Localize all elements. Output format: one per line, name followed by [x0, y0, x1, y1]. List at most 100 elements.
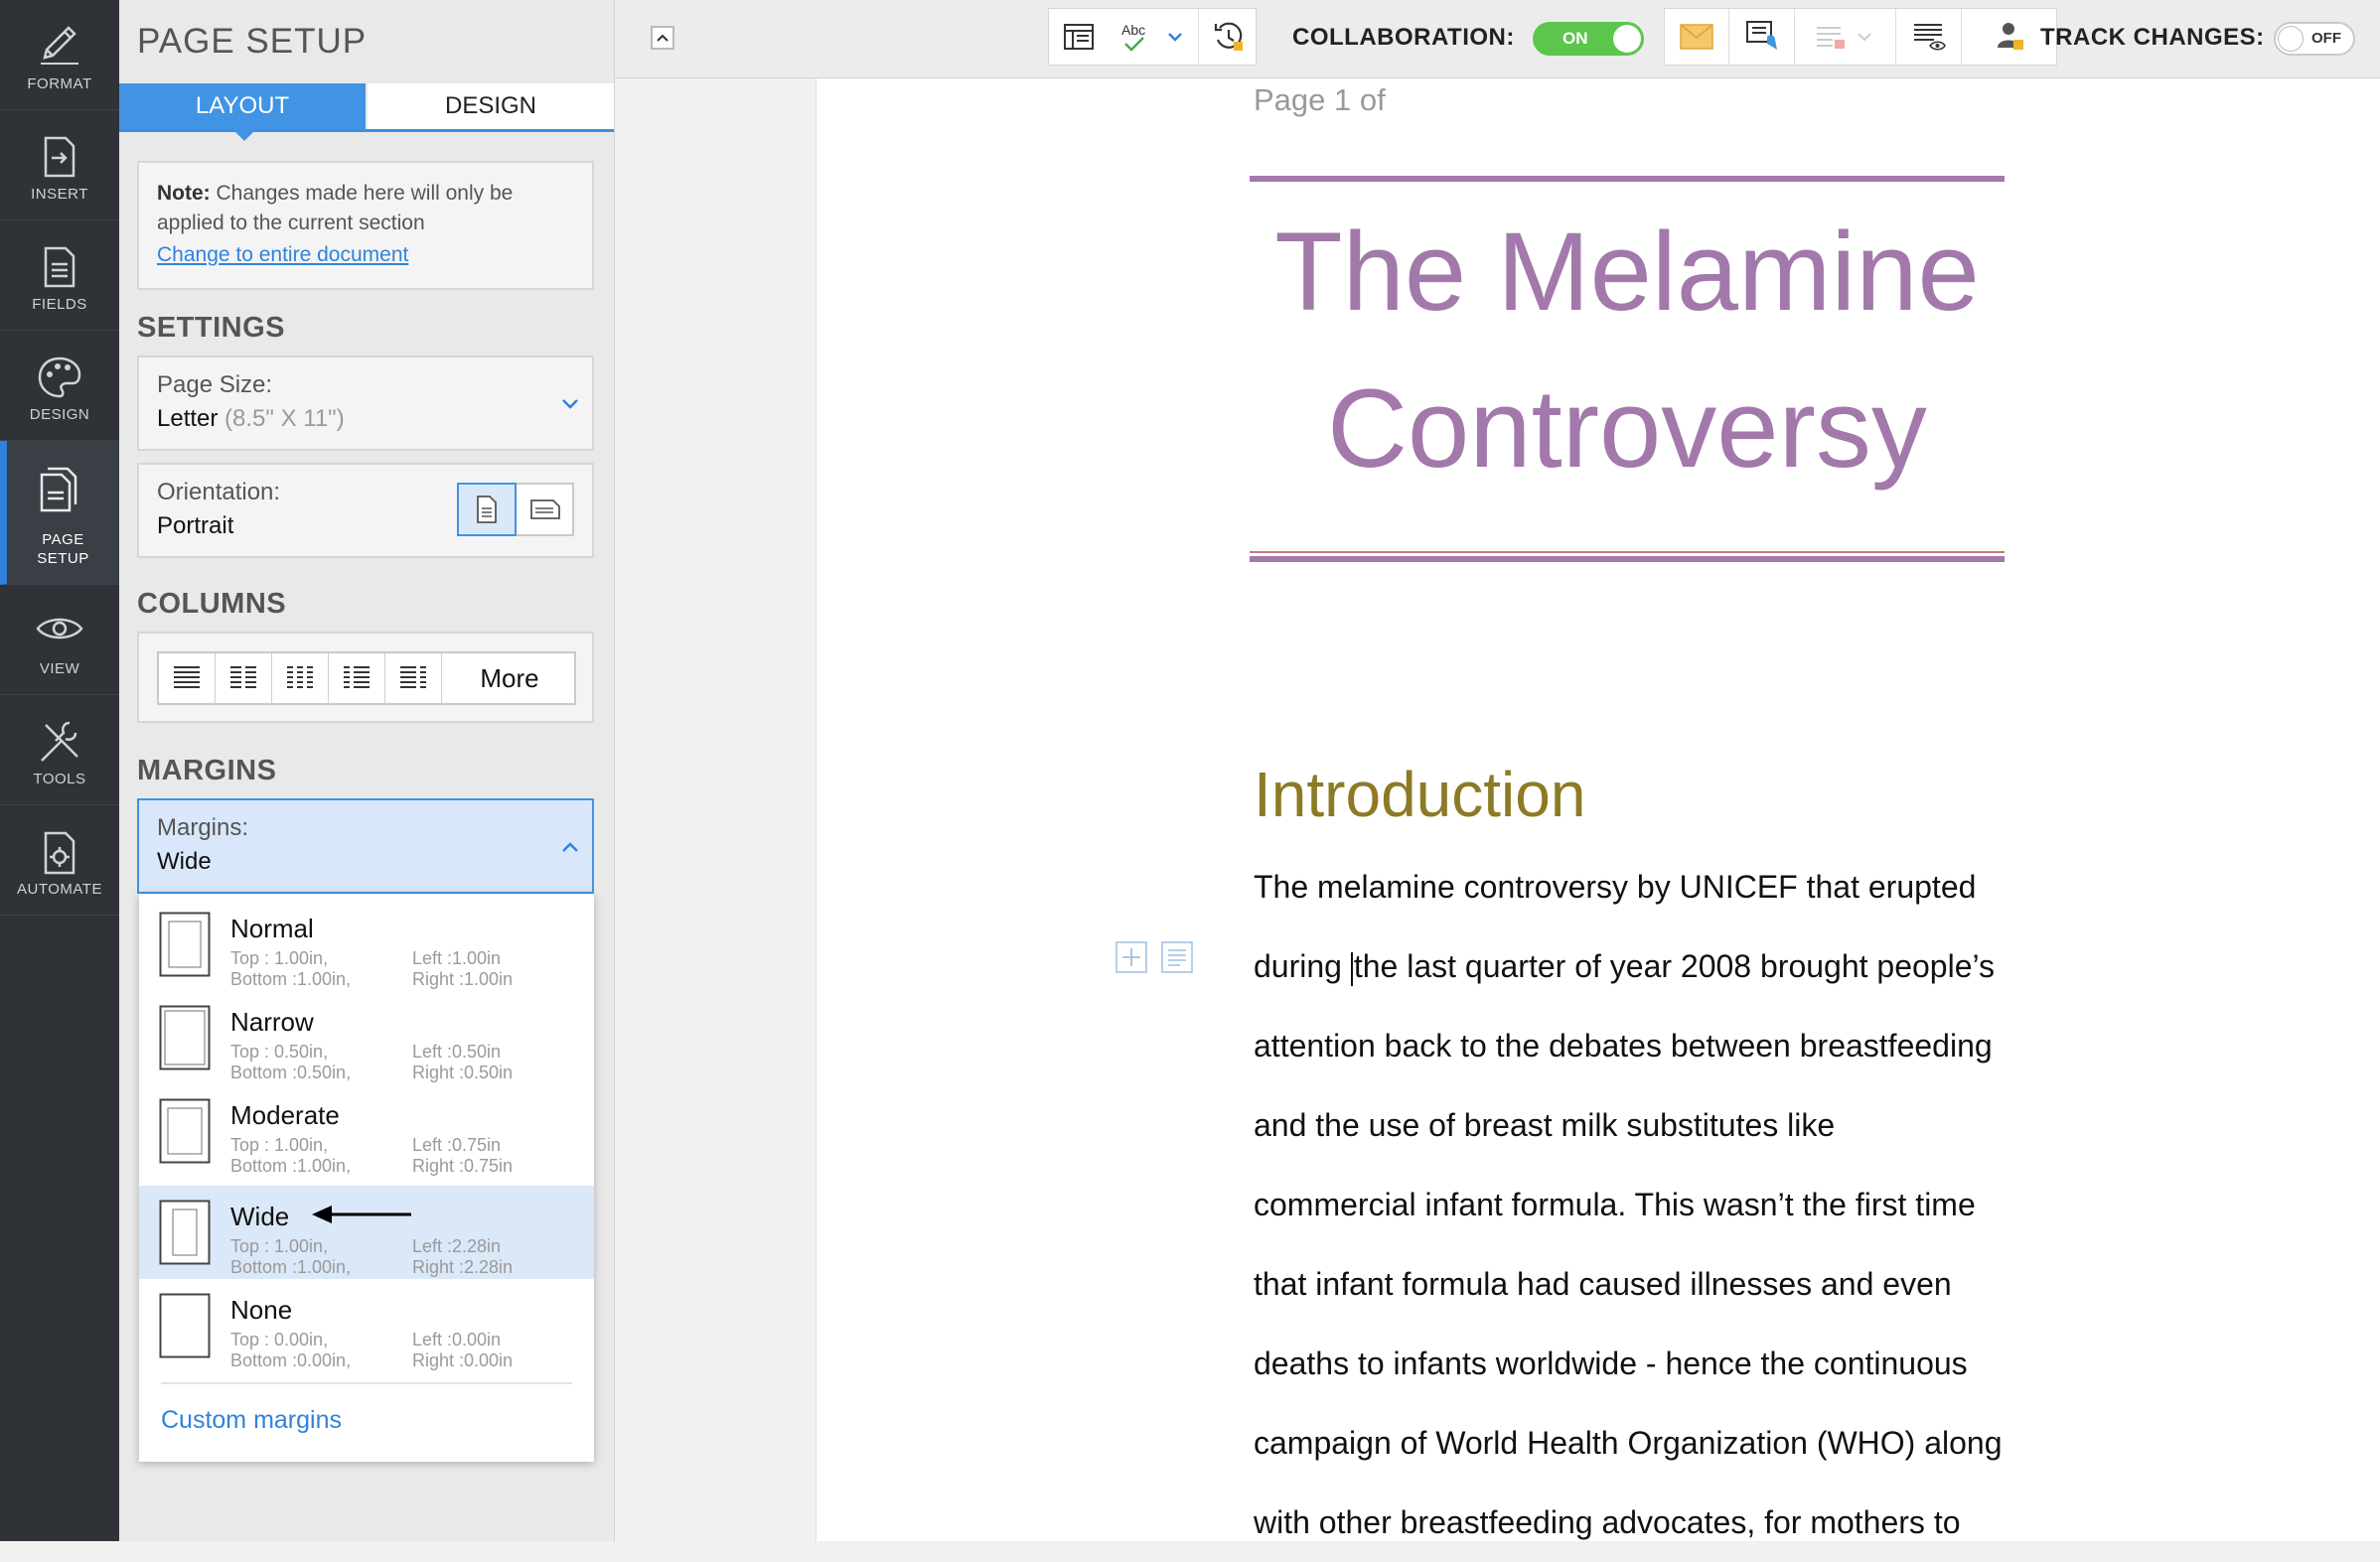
margin-left-right: Left :0.75in Right :0.75in — [412, 1135, 514, 1176]
three-columns-button[interactable] — [272, 653, 329, 703]
right-column-icon — [400, 666, 426, 688]
margin-option-normal[interactable]: Normal Top : 1.00in, Bottom :1.00in, Left… — [139, 898, 594, 991]
collapse-panel-button[interactable] — [651, 26, 674, 50]
two-columns-button[interactable] — [216, 653, 272, 703]
rail-design-label: DESIGN — [29, 406, 90, 423]
rail-page-setup-label: PAGE SETUP — [37, 531, 89, 567]
title-line-2: Controversy — [1327, 366, 1927, 491]
rail-format[interactable]: FORMAT — [0, 0, 119, 110]
margin-option-moderate[interactable]: Moderate Top : 1.00in, Bottom :1.00in, Le… — [139, 1084, 594, 1178]
track-changes-toggle[interactable]: OFF — [2274, 22, 2355, 56]
user-share-icon — [1998, 23, 2023, 50]
top-toolbar: Abc COLLABORATION: ON TRACK CHANGES: OFF — [615, 0, 2380, 78]
margin-option-narrow[interactable]: Narrow Top : 0.50in, Bottom :0.50in, Left… — [139, 991, 594, 1084]
tools-icon — [41, 721, 78, 762]
right-column-button[interactable] — [385, 653, 442, 703]
margin-option-name: Narrow — [230, 1007, 314, 1037]
read-mode-button[interactable] — [1897, 9, 1962, 65]
tab-design[interactable]: DESIGN — [368, 83, 614, 129]
body-paragraph[interactable]: The melamine controversy by UNICEF that … — [1254, 847, 2008, 1562]
one-column-button[interactable] — [159, 653, 216, 703]
rail-tools[interactable]: TOOLS — [0, 695, 119, 805]
change-entire-document-link[interactable]: Change to entire document — [157, 240, 574, 270]
margin-option-name: None — [230, 1295, 293, 1325]
body-line: campaign of World Health Organization (W… — [1254, 1425, 2003, 1461]
body-line: during the last quarter of year 2008 bro… — [1254, 926, 2008, 1006]
left-column-button[interactable] — [329, 653, 385, 703]
insert-icon — [44, 136, 75, 178]
body-line: The melamine controversy by UNICEF that … — [1254, 869, 1977, 905]
document-page[interactable]: Page 1 of The Melamine Controversy Intro… — [816, 78, 2380, 1541]
chevron-up-icon — [657, 34, 669, 42]
body-line: with other breastfeeding advocates, for … — [1254, 1504, 1961, 1540]
paragraph-format-icon[interactable] — [1160, 940, 1194, 974]
layout-view-button[interactable] — [1049, 9, 1109, 65]
rail-view[interactable]: VIEW — [0, 585, 119, 695]
svg-text:Abc: Abc — [1121, 22, 1145, 38]
rail-page-setup[interactable]: PAGE SETUP — [0, 441, 119, 585]
margin-wide-icon — [159, 1200, 211, 1265]
columns-box: More — [137, 632, 594, 723]
rail-design[interactable]: DESIGN — [0, 331, 119, 441]
section-note: Note: Changes made here will only be app… — [137, 161, 594, 290]
settings-heading: SETTINGS — [137, 312, 286, 344]
text-cursor — [1350, 951, 1353, 986]
columns-more-button[interactable]: More — [445, 653, 574, 703]
add-block-icon[interactable] — [1115, 940, 1148, 974]
rail-automate[interactable]: AUTOMATE — [0, 805, 119, 916]
margin-option-name: Wide — [230, 1202, 290, 1231]
collaboration-tool-group — [1664, 8, 2057, 66]
orientation-field: Orientation: Portrait — [137, 463, 594, 558]
tab-layout[interactable]: LAYOUT — [119, 83, 366, 129]
landscape-button[interactable] — [517, 485, 573, 534]
page-setup-panel: PAGE SETUP LAYOUT DESIGN Note: Changes m… — [119, 0, 615, 1541]
body-line-start: during — [1254, 948, 1351, 984]
margins-label: Margins: — [157, 814, 249, 841]
track-changes-label: TRACK CHANGES: — [2040, 24, 2265, 51]
body-line: commercial infant formula. This wasn’t t… — [1254, 1187, 1976, 1222]
margins-menu: Normal Top : 1.00in, Bottom :1.00in, Left… — [139, 894, 594, 1462]
arrow-left-icon — [312, 1206, 411, 1223]
page-size-dropdown[interactable]: Page Size: Letter (8.5" X 11") — [137, 355, 594, 451]
body-line-rest: the last quarter of year 2008 brought pe… — [1353, 948, 1996, 984]
page-number: Page 1 of — [1254, 82, 1386, 117]
lock-doc-icon — [1817, 27, 1871, 49]
panel-tabs: LAYOUT DESIGN — [119, 83, 614, 132]
document-canvas: Page 1 of The Melamine Controversy Intro… — [615, 78, 2380, 1541]
eye-icon — [36, 618, 83, 639]
collaboration-state: ON — [1562, 29, 1588, 48]
history-icon — [1214, 22, 1243, 51]
title-line-1: The Melamine — [1274, 210, 1980, 334]
body-line: attention back to the debates between br… — [1254, 1028, 1993, 1064]
columns-buttons: More — [157, 651, 576, 705]
lock-content-button[interactable] — [1796, 9, 1896, 65]
page-setup-icon — [40, 467, 76, 512]
toggle-knob — [1613, 25, 1641, 53]
mail-icon — [1680, 24, 1713, 50]
margin-option-wide[interactable]: Wide Top : 1.00in, Bottom :1.00in, Left :… — [139, 1186, 594, 1279]
email-button[interactable] — [1665, 9, 1729, 65]
comment-icon — [1746, 21, 1777, 50]
margin-normal-icon — [159, 912, 211, 977]
margin-left-right: Left :1.00in Right :1.00in — [412, 948, 514, 989]
margin-option-none[interactable]: None Top : 0.00in, Bottom :0.00in, Left :… — [139, 1279, 594, 1372]
margin-option-name: Normal — [230, 914, 314, 943]
rail-fields[interactable]: FIELDS — [0, 220, 119, 331]
track-changes-state: OFF — [2311, 30, 2341, 47]
margins-dropdown[interactable]: Margins: Wide — [137, 798, 594, 894]
section-heading[interactable]: Introduction — [1254, 758, 1585, 831]
review-tool-group: Abc — [1048, 8, 1257, 66]
margin-top-bottom: Top : 0.00in, Bottom :0.00in, — [230, 1330, 352, 1370]
spellcheck-button[interactable]: Abc — [1115, 9, 1194, 65]
custom-margins-link[interactable]: Custom margins — [161, 1406, 342, 1435]
page-size-value: Letter — [157, 405, 219, 432]
history-button[interactable] — [1198, 9, 1259, 65]
fields-icon — [44, 246, 75, 288]
margin-left-right: Left :2.28in Right :2.28in — [412, 1236, 514, 1277]
comments-button[interactable] — [1730, 9, 1795, 65]
portrait-button[interactable] — [457, 483, 517, 536]
rail-insert[interactable]: INSERT — [0, 110, 119, 220]
document-title[interactable]: The Melamine Controversy — [1250, 194, 2005, 507]
page-size-detail: (8.5" X 11") — [224, 405, 345, 432]
collaboration-toggle[interactable]: ON — [1533, 22, 1644, 56]
